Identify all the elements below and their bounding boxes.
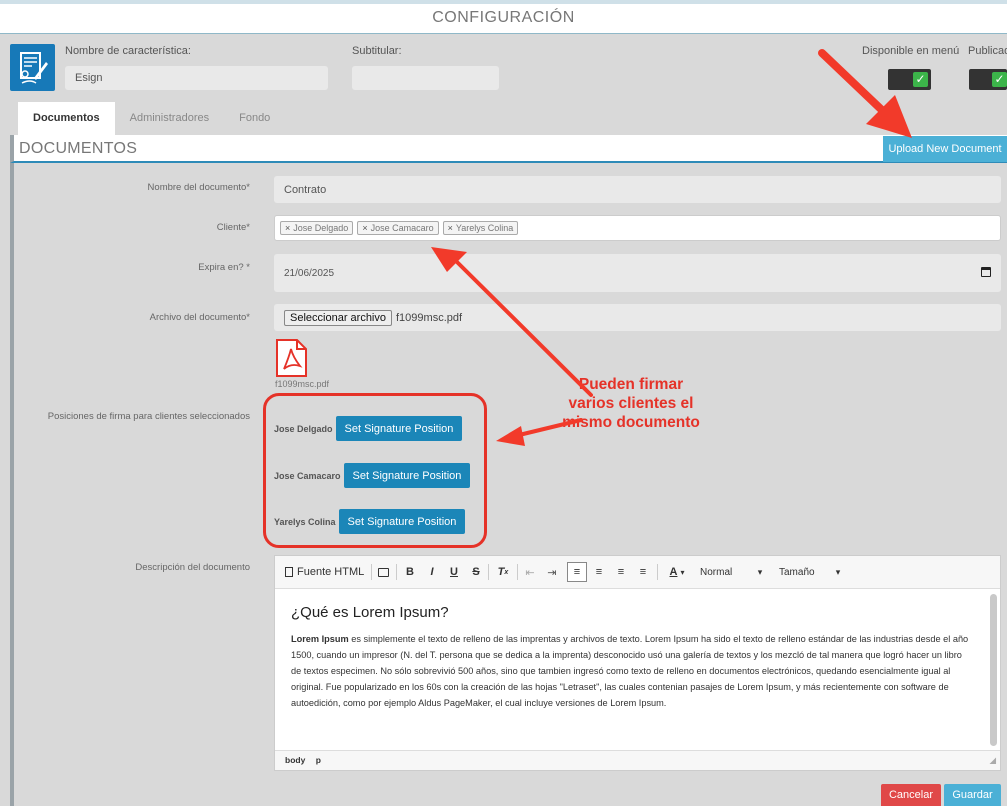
- panel-header: DOCUMENTOS: [10, 135, 1007, 163]
- content-paragraph: Lorem Ipsum es simplemente el texto de r…: [291, 634, 969, 708]
- signer-name: Jose Camacaro: [274, 470, 341, 481]
- check-icon: ✓: [913, 72, 928, 87]
- annotation-text: Pueden firmar varios clientes el mismo d…: [562, 376, 700, 431]
- arrow-upload: [818, 49, 912, 138]
- choose-file-button[interactable]: Seleccionar archivo: [284, 309, 392, 326]
- signer-row: Jose Delgado Set Signature Position: [274, 416, 463, 441]
- underline-icon[interactable]: U: [447, 563, 461, 581]
- justify-icon[interactable]: ≡: [636, 563, 650, 581]
- expires-label: Expira en? *: [198, 262, 250, 273]
- signer-name: Jose Delgado: [274, 423, 333, 434]
- set-signature-position-button[interactable]: Set Signature Position: [343, 463, 471, 488]
- pdf-icon[interactable]: [275, 339, 308, 380]
- save-button[interactable]: Guardar: [944, 784, 1001, 806]
- document-icon: [285, 567, 293, 577]
- positions-label: Posiciones de firma para clientes selecc…: [47, 411, 250, 422]
- published-label: Publicad: [968, 45, 1007, 57]
- rich-text-editor: Fuente HTML B I U S Tx ⇤ ⇥ ≡ ≡ ≡ ≡ A ▾ No…: [274, 555, 1001, 771]
- set-signature-position-button[interactable]: Set Signature Position: [338, 509, 466, 534]
- doc-name-input[interactable]: Contrato: [274, 176, 1001, 203]
- file-name: f1099msc.pdf: [396, 311, 463, 324]
- align-center-icon[interactable]: ≡: [592, 563, 606, 581]
- subtitle-label: Subtitular:: [352, 45, 402, 57]
- editor-toolbar: Fuente HTML B I U S Tx ⇤ ⇥ ≡ ≡ ≡ ≡ A ▾ No…: [275, 556, 1000, 589]
- italic-icon[interactable]: I: [425, 563, 439, 581]
- signer-row: Jose Camacaro Set Signature Position: [274, 463, 471, 488]
- feature-name-label: Nombre de característica:: [65, 45, 191, 57]
- esign-icon: [10, 44, 55, 91]
- resize-handle-icon[interactable]: ◢: [989, 751, 996, 770]
- chevron-down-icon[interactable]: ▾: [833, 563, 843, 581]
- client-chip[interactable]: × Jose Camacaro: [357, 221, 439, 235]
- menu-available-label: Disponible en menú: [862, 45, 960, 57]
- bold-icon[interactable]: B: [403, 563, 417, 581]
- client-chip[interactable]: × Yarelys Colina: [442, 221, 519, 235]
- editor-scrollbar[interactable]: [990, 594, 997, 746]
- indent-icon[interactable]: ⇥: [545, 563, 559, 581]
- signer-row: Yarelys Colina Set Signature Position: [274, 509, 466, 534]
- calendar-icon[interactable]: [981, 267, 991, 277]
- check-icon: ✓: [992, 72, 1007, 87]
- file-label: Archivo del documento*: [149, 312, 250, 323]
- tab-fondo[interactable]: Fondo: [224, 102, 285, 135]
- expires-date-input[interactable]: 21/06/2025: [274, 254, 1001, 292]
- top-bar: CONFIGURACIÓN: [0, 0, 1007, 34]
- menu-available-toggle[interactable]: ✓: [888, 69, 931, 90]
- source-html-button[interactable]: Fuente HTML: [285, 563, 364, 581]
- description-label: Descripción del documento: [135, 562, 250, 573]
- client-multiselect[interactable]: × Jose Delgado × Jose Camacaro × Yarelys Co…: [274, 215, 1001, 241]
- chevron-down-icon[interactable]: ▾: [755, 563, 765, 581]
- page-title: CONFIGURACIÓN: [432, 9, 575, 26]
- editor-content[interactable]: ¿Qué es Lorem Ipsum? Lorem Ipsum es simp…: [275, 590, 988, 750]
- tab-bar: Documentos Administradores Fondo: [18, 102, 285, 135]
- doc-name-label: Nombre del documento*: [147, 182, 250, 193]
- signer-name: Yarelys Colina: [274, 516, 336, 527]
- image-icon[interactable]: [376, 563, 390, 581]
- text-color-icon[interactable]: A ▾: [665, 563, 689, 581]
- strikethrough-icon[interactable]: S: [469, 563, 483, 581]
- align-left-icon[interactable]: ≡: [567, 562, 587, 582]
- file-input[interactable]: Seleccionar archivo f1099msc.pdf: [274, 304, 1001, 331]
- published-toggle[interactable]: ✓: [969, 69, 1007, 90]
- cancel-button[interactable]: Cancelar: [881, 784, 941, 806]
- remove-icon[interactable]: ×: [285, 223, 290, 233]
- pdf-file-caption: f1099msc.pdf: [275, 379, 330, 389]
- remove-format-icon[interactable]: Tx: [495, 563, 511, 581]
- subtitle-input[interactable]: [352, 66, 499, 90]
- upload-document-button[interactable]: Upload New Document: [883, 136, 1007, 162]
- panel-title: DOCUMENTOS: [19, 140, 138, 157]
- tab-administradores[interactable]: Administradores: [115, 102, 224, 135]
- panel-border: [10, 135, 14, 806]
- remove-icon[interactable]: ×: [448, 223, 453, 233]
- client-label: Cliente*: [216, 222, 250, 233]
- remove-icon[interactable]: ×: [362, 223, 367, 233]
- content-heading: ¿Qué es Lorem Ipsum?: [291, 604, 449, 621]
- align-right-icon[interactable]: ≡: [614, 563, 628, 581]
- set-signature-position-button[interactable]: Set Signature Position: [335, 416, 463, 441]
- feature-name-input[interactable]: Esign: [65, 66, 328, 90]
- tab-documentos[interactable]: Documentos: [18, 102, 115, 135]
- client-chip[interactable]: × Jose Delgado: [280, 221, 354, 235]
- outdent-icon[interactable]: ⇤: [523, 563, 537, 581]
- element-path: body p ◢: [275, 750, 1000, 770]
